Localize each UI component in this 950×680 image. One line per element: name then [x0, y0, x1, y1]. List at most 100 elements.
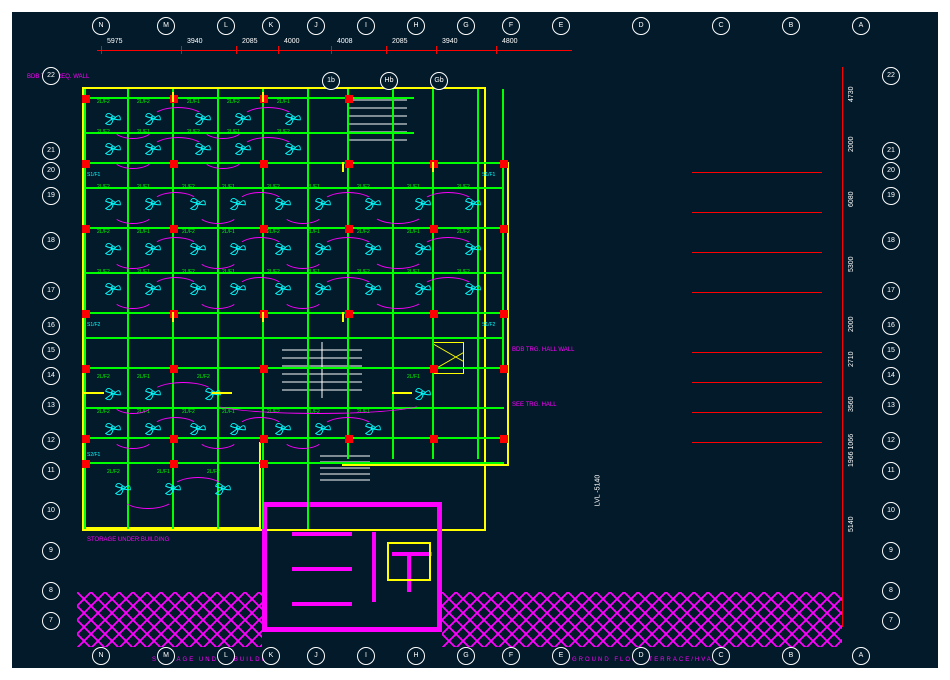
grid-bubble-interior: Hb — [380, 72, 398, 90]
column — [260, 365, 268, 373]
grid-bubble-left: 18 — [42, 232, 60, 250]
fan-tag: 2L/F2 — [267, 269, 280, 275]
leader-line — [692, 382, 822, 383]
grid-bubble-left: 10 — [42, 502, 60, 520]
wire-arc — [112, 287, 154, 309]
grid-bubble-left: 7 — [42, 612, 60, 630]
grid-bubble-top: I — [357, 17, 375, 35]
stair-1 — [347, 90, 407, 150]
grid-bubble-top: L — [217, 17, 235, 35]
grid-bubble-top: H — [407, 17, 425, 35]
grid-bubble-bottom: B — [782, 647, 800, 665]
fan-tag: 2L/F2 — [97, 269, 110, 275]
grid-bubble-top: F — [502, 17, 520, 35]
column — [82, 460, 90, 468]
dim-label-right: 1966 1066 — [848, 434, 855, 467]
lower-wall — [292, 532, 352, 536]
fan-tag: 2L/F1 — [307, 269, 320, 275]
column — [82, 95, 90, 103]
dim-label-top: 3940 — [442, 38, 458, 45]
grid-bubble-left: 20 — [42, 162, 60, 180]
switch-tag: S1/F1 — [482, 172, 495, 178]
grid-bubble-right: 10 — [882, 502, 900, 520]
wire-arc — [112, 147, 154, 169]
grid-bubble-top: K — [262, 17, 280, 35]
grid-bubble-left: 14 — [42, 367, 60, 385]
grid-bubble-left: 11 — [42, 462, 60, 480]
column — [500, 435, 508, 443]
grid-bubble-right: 11 — [882, 462, 900, 480]
fan-tag: 2L/F2 — [97, 409, 110, 415]
column — [430, 310, 438, 318]
fan-tag: 2L/F1 — [222, 409, 235, 415]
wire-arc — [112, 247, 154, 269]
wire-arc — [197, 247, 239, 269]
wire-arc — [372, 202, 424, 224]
dim-line-right — [842, 67, 843, 627]
grid-bubble-bottom: N — [92, 647, 110, 665]
door-jamb — [262, 312, 264, 322]
dim-label-top: 4800 — [502, 38, 518, 45]
fan-tag: 2L/F2 — [457, 184, 470, 190]
fan-tag: 2L/F1 — [157, 469, 170, 475]
leader-line — [692, 252, 822, 253]
fan-tag: 2L/F1 — [407, 374, 420, 380]
column — [170, 365, 178, 373]
wire-arc — [202, 117, 244, 139]
column — [500, 160, 508, 168]
cad-canvas[interactable]: 1b Hb Gb BDB TRG. REQ. WALL STORAGE UNDE… — [12, 12, 938, 668]
column — [345, 310, 353, 318]
beam-h — [84, 337, 504, 339]
fan-tag: 2L/F1 — [137, 269, 150, 275]
fan-tag: 2L/F2 — [107, 469, 120, 475]
grid-bubble-top: B — [782, 17, 800, 35]
door-jamb — [172, 312, 174, 322]
grid-bubble-top: A — [852, 17, 870, 35]
grid-bubble-left: 12 — [42, 432, 60, 450]
grid-bubble-bottom: G — [457, 647, 475, 665]
wire-arc — [237, 237, 284, 259]
wire-arc — [152, 192, 199, 214]
fan-tag: 2L/F1 — [137, 229, 150, 235]
door-jamb — [342, 312, 344, 322]
wire-arc — [322, 237, 374, 259]
grid-bubble-right: 21 — [882, 142, 900, 160]
fan-tag: 2L/F2 — [267, 184, 280, 190]
grid-bubble-bottom: D — [632, 647, 650, 665]
grid-bubble-right: 14 — [882, 367, 900, 385]
wire-arc — [422, 277, 474, 299]
grid-bubble-bottom: E — [552, 647, 570, 665]
beam-v — [477, 89, 479, 459]
fan-tag: 2L/F1 — [222, 269, 235, 275]
dim-tick — [181, 46, 182, 54]
grid-bubble-right: 7 — [882, 612, 900, 630]
lower-yellow-box — [387, 542, 431, 581]
fan-tag: 2L/F2 — [97, 184, 110, 190]
fan-tag: 2L/F2 — [357, 229, 370, 235]
wire-arc — [322, 417, 374, 439]
fan-tag: 2L/F2 — [267, 229, 280, 235]
door-jamb — [262, 92, 264, 102]
column — [82, 160, 90, 168]
dim-label-right: 2710 — [848, 351, 855, 367]
fan-tag: 2L/F2 — [277, 129, 290, 135]
note: STORAGE UNDER BUILDING — [87, 537, 169, 543]
grid-bubble-bottom: M — [157, 647, 175, 665]
wire-arc — [112, 427, 154, 449]
grid-bubble-top: M — [157, 17, 175, 35]
column — [170, 225, 178, 233]
grid-bubble-bottom: H — [407, 647, 425, 665]
column — [430, 435, 438, 443]
wire-arc — [152, 417, 199, 439]
dim-tick — [436, 46, 437, 54]
dim-tick — [236, 46, 237, 54]
grid-bubble-left: 15 — [42, 342, 60, 360]
fan-tag: 2L/F2 — [182, 184, 195, 190]
beam-h — [84, 97, 414, 99]
dim-label-top: 4008 — [337, 38, 353, 45]
column — [345, 160, 353, 168]
leader-line — [692, 212, 822, 213]
fan-tag: 2L/F2 — [197, 374, 210, 380]
grid-bubble-right: 19 — [882, 187, 900, 205]
wire-arc — [212, 392, 424, 414]
